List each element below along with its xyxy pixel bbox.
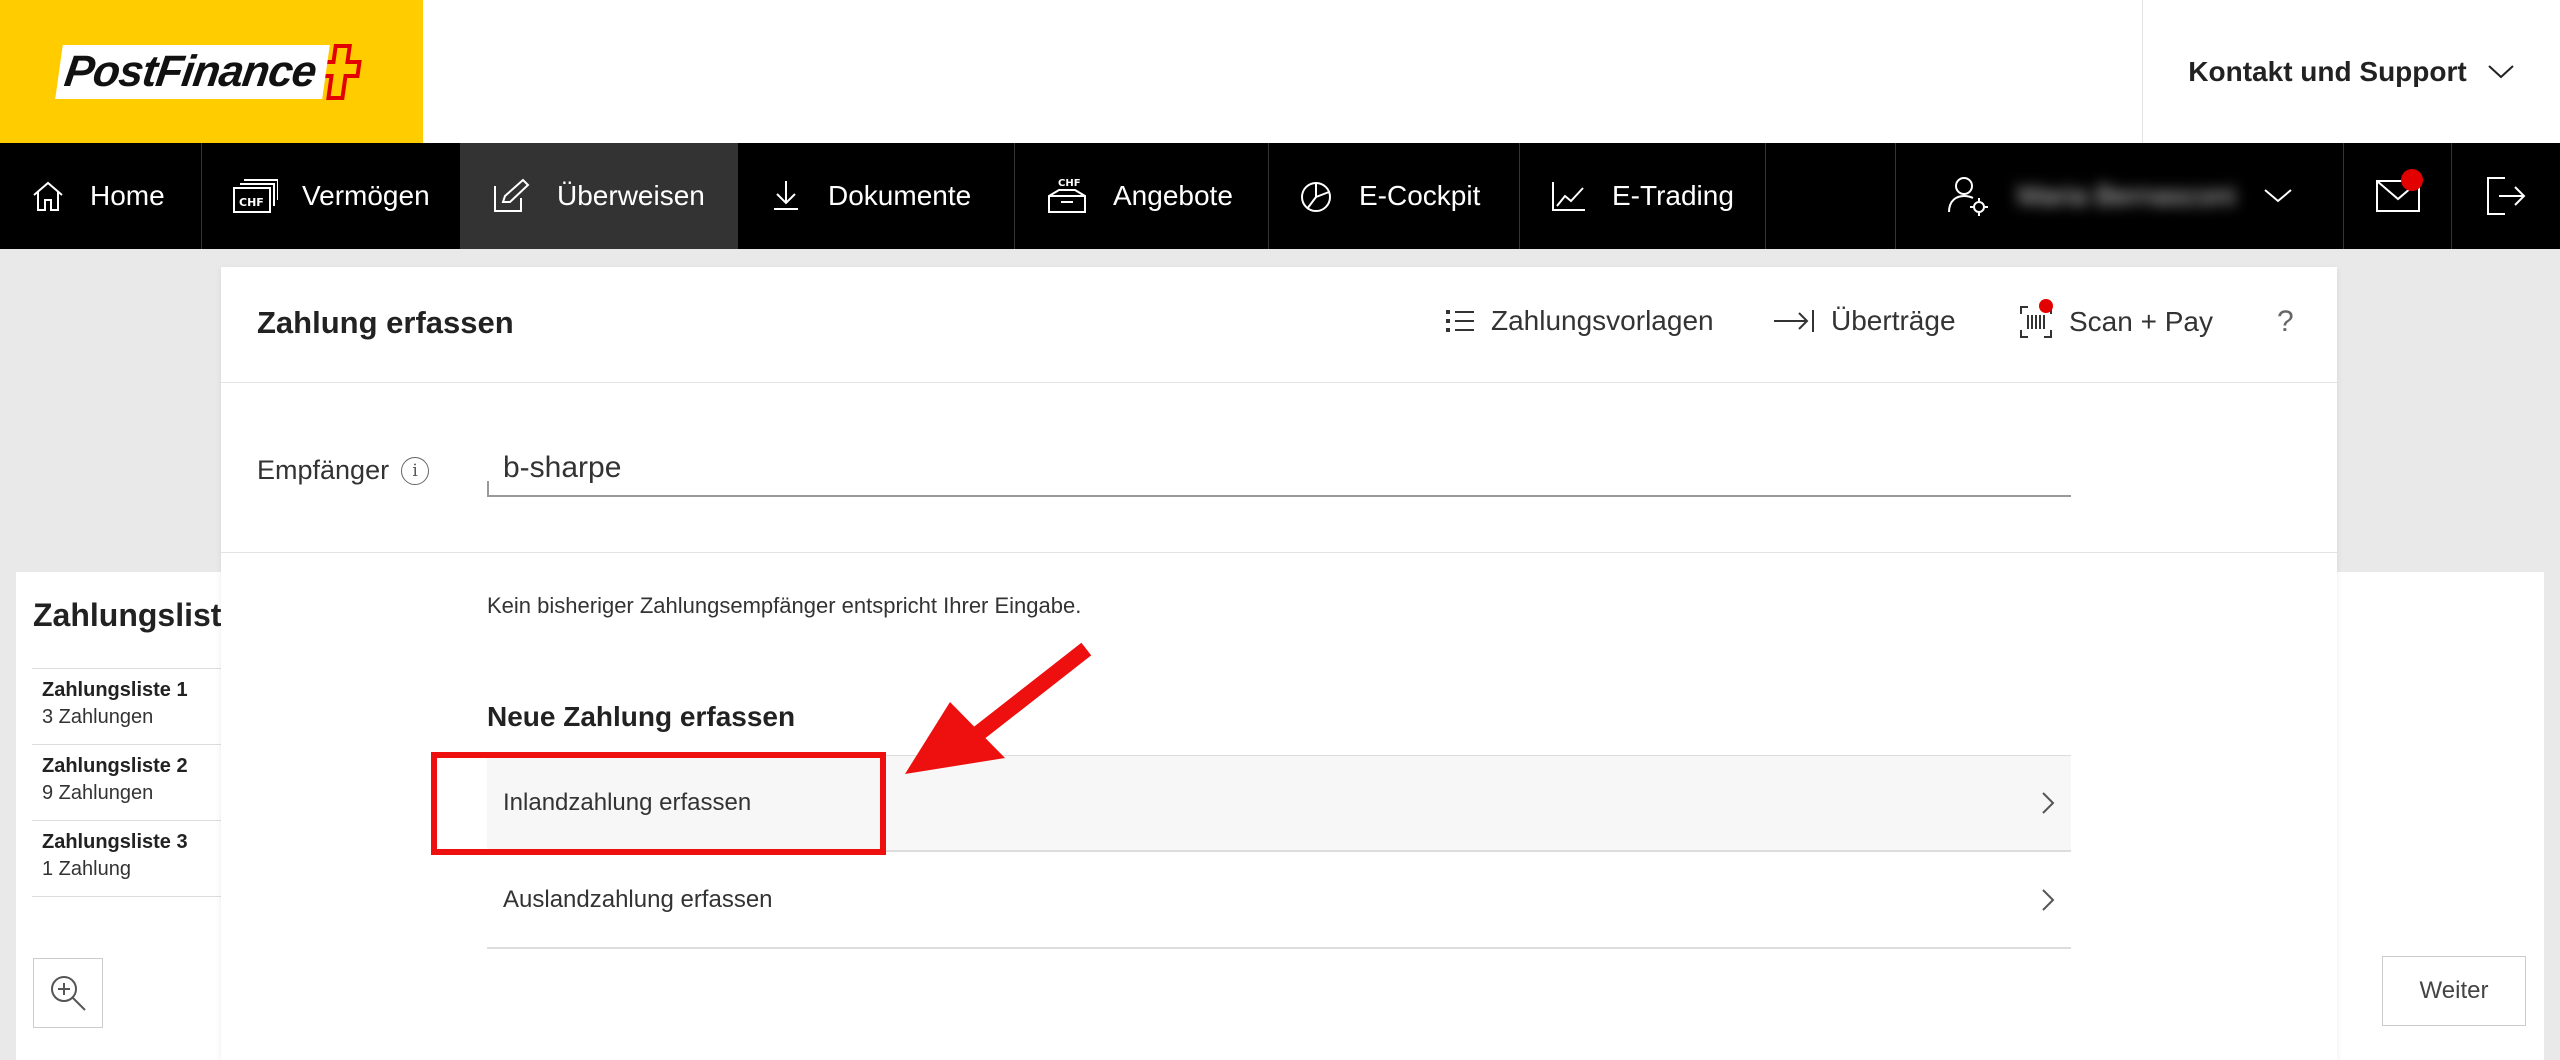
list-item-title: Zahlungsliste 2 xyxy=(42,755,188,777)
payment-templates-label: Zahlungsvorlagen xyxy=(1491,305,1714,336)
download-tray-icon xyxy=(774,181,798,210)
scan-pay-label: Scan + Pay xyxy=(2069,306,2213,337)
payment-lists-title: Zahlungsliste xyxy=(33,597,240,633)
nav-item-angebote[interactable]: CHF Angebote xyxy=(1015,143,1269,249)
home-icon xyxy=(33,181,63,211)
nav-label: Dokumente xyxy=(828,180,972,211)
zoom-in-icon xyxy=(51,976,86,1011)
recipient-label: Empfänger i xyxy=(257,455,430,486)
option-label: Inlandzahlung erfassen xyxy=(503,789,752,816)
arrow-to-bar-icon xyxy=(1774,310,1814,332)
scan-notification-dot xyxy=(2039,299,2053,313)
chevron-right-icon xyxy=(2042,888,2055,911)
foreign-payment-option[interactable]: Auslandzahlung erfassen xyxy=(487,852,2071,949)
user-menu[interactable]: Maria Bernasconi xyxy=(1896,143,2344,249)
nav-label: Angebote xyxy=(1113,180,1233,211)
top-header: PostFinance Kontakt und Support xyxy=(0,0,2560,143)
list-item-count: 1 Zahlung xyxy=(42,858,131,880)
notification-dot xyxy=(2401,169,2423,191)
payment-lists: Zahlungsliste 1 3 Zahlungen Zahlungslist… xyxy=(32,668,242,897)
nav-label: E-Trading xyxy=(1612,180,1734,211)
list-icon xyxy=(1446,310,1474,332)
nav-item-vermoegen[interactable]: CHF Vermögen xyxy=(202,143,461,249)
nav-label: Überweisen xyxy=(557,180,705,211)
no-match-message: Kein bisheriger Zahlungsempfänger entspr… xyxy=(487,593,1082,618)
logout-icon xyxy=(2487,177,2526,215)
list-item-title: Zahlungsliste 3 xyxy=(42,831,188,853)
logout-button[interactable] xyxy=(2452,143,2560,249)
payment-entry-dialog: Zahlung erfassen Zahlungsvorlagen Übertr… xyxy=(221,267,2337,1060)
svg-text:CHF: CHF xyxy=(239,196,264,209)
messages-button[interactable] xyxy=(2344,143,2452,249)
recipient-row: Empfänger i xyxy=(221,383,2337,553)
list-item[interactable]: Zahlungsliste 2 9 Zahlungen xyxy=(32,745,242,821)
weiter-button[interactable]: Weiter xyxy=(2382,956,2526,1026)
option-label: Auslandzahlung erfassen xyxy=(503,885,773,913)
scan-pay-link[interactable]: Scan + Pay xyxy=(2019,299,2213,339)
recipient-input[interactable] xyxy=(487,441,2071,497)
new-payment-heading: Neue Zahlung erfassen xyxy=(487,701,796,732)
dialog-header: Zahlung erfassen Zahlungsvorlagen Übertr… xyxy=(221,267,2337,383)
chevron-right-icon xyxy=(2042,792,2055,814)
zoom-button[interactable] xyxy=(33,958,103,1028)
transfers-link[interactable]: Überträge xyxy=(1773,305,1956,337)
chf-box-icon: CHF xyxy=(1048,178,1086,213)
nav-label: E-Cockpit xyxy=(1359,180,1481,211)
main-navigation: Home CHF Vermögen Überweisen Dokumente C… xyxy=(0,143,2560,249)
list-item-count: 9 Zahlungen xyxy=(42,782,154,804)
contact-support-menu[interactable]: Kontakt und Support xyxy=(2142,0,2560,143)
dialog-title: Zahlung erfassen xyxy=(257,305,514,340)
logo-wordmark: PostFinance xyxy=(55,44,330,99)
chevron-down-icon xyxy=(2488,64,2514,78)
nav-label: Vermögen xyxy=(302,180,430,211)
list-item-title: Zahlungsliste 1 xyxy=(42,679,188,701)
domestic-payment-option[interactable]: Inlandzahlung erfassen xyxy=(487,755,2071,852)
nav-item-dokumente[interactable]: Dokumente xyxy=(738,143,1015,249)
line-chart-icon xyxy=(1552,182,1585,211)
transfers-label: Überträge xyxy=(1831,305,1956,336)
info-icon[interactable]: i xyxy=(401,456,430,485)
scan-icon-wrapper xyxy=(2019,299,2053,339)
chf-wallet-icon: CHF xyxy=(233,179,278,213)
list-item[interactable]: Zahlungsliste 3 1 Zahlung xyxy=(32,821,242,897)
nav-label: Home xyxy=(90,180,165,211)
payment-templates-link[interactable]: Zahlungsvorlagen xyxy=(1445,305,1714,337)
postfinance-logo[interactable]: PostFinance xyxy=(0,0,423,143)
user-name: Maria Bernasconi xyxy=(2017,180,2236,211)
recipient-label-text: Empfänger xyxy=(257,455,390,485)
nav-item-ueberweisen[interactable]: Überweisen xyxy=(461,143,738,249)
help-button[interactable]: ? xyxy=(2277,305,2294,339)
list-item[interactable]: Zahlungsliste 1 3 Zahlungen xyxy=(32,669,242,745)
right-background-panel: Weiter xyxy=(2336,572,2544,1060)
pie-chart-icon xyxy=(1301,182,1331,212)
nav-item-etrading[interactable]: E-Trading xyxy=(1520,143,1766,249)
nav-item-home[interactable]: Home xyxy=(0,143,202,249)
chevron-down-icon xyxy=(2264,189,2293,203)
support-label: Kontakt und Support xyxy=(2188,55,2467,87)
nav-item-ecockpit[interactable]: E-Cockpit xyxy=(1269,143,1520,249)
user-settings-icon xyxy=(1947,177,1988,216)
pen-edit-icon xyxy=(494,178,530,212)
nav-spacer xyxy=(1766,143,1896,249)
input-edge xyxy=(487,481,489,497)
list-item-count: 3 Zahlungen xyxy=(42,706,154,728)
svg-text:CHF: CHF xyxy=(1058,178,1081,189)
